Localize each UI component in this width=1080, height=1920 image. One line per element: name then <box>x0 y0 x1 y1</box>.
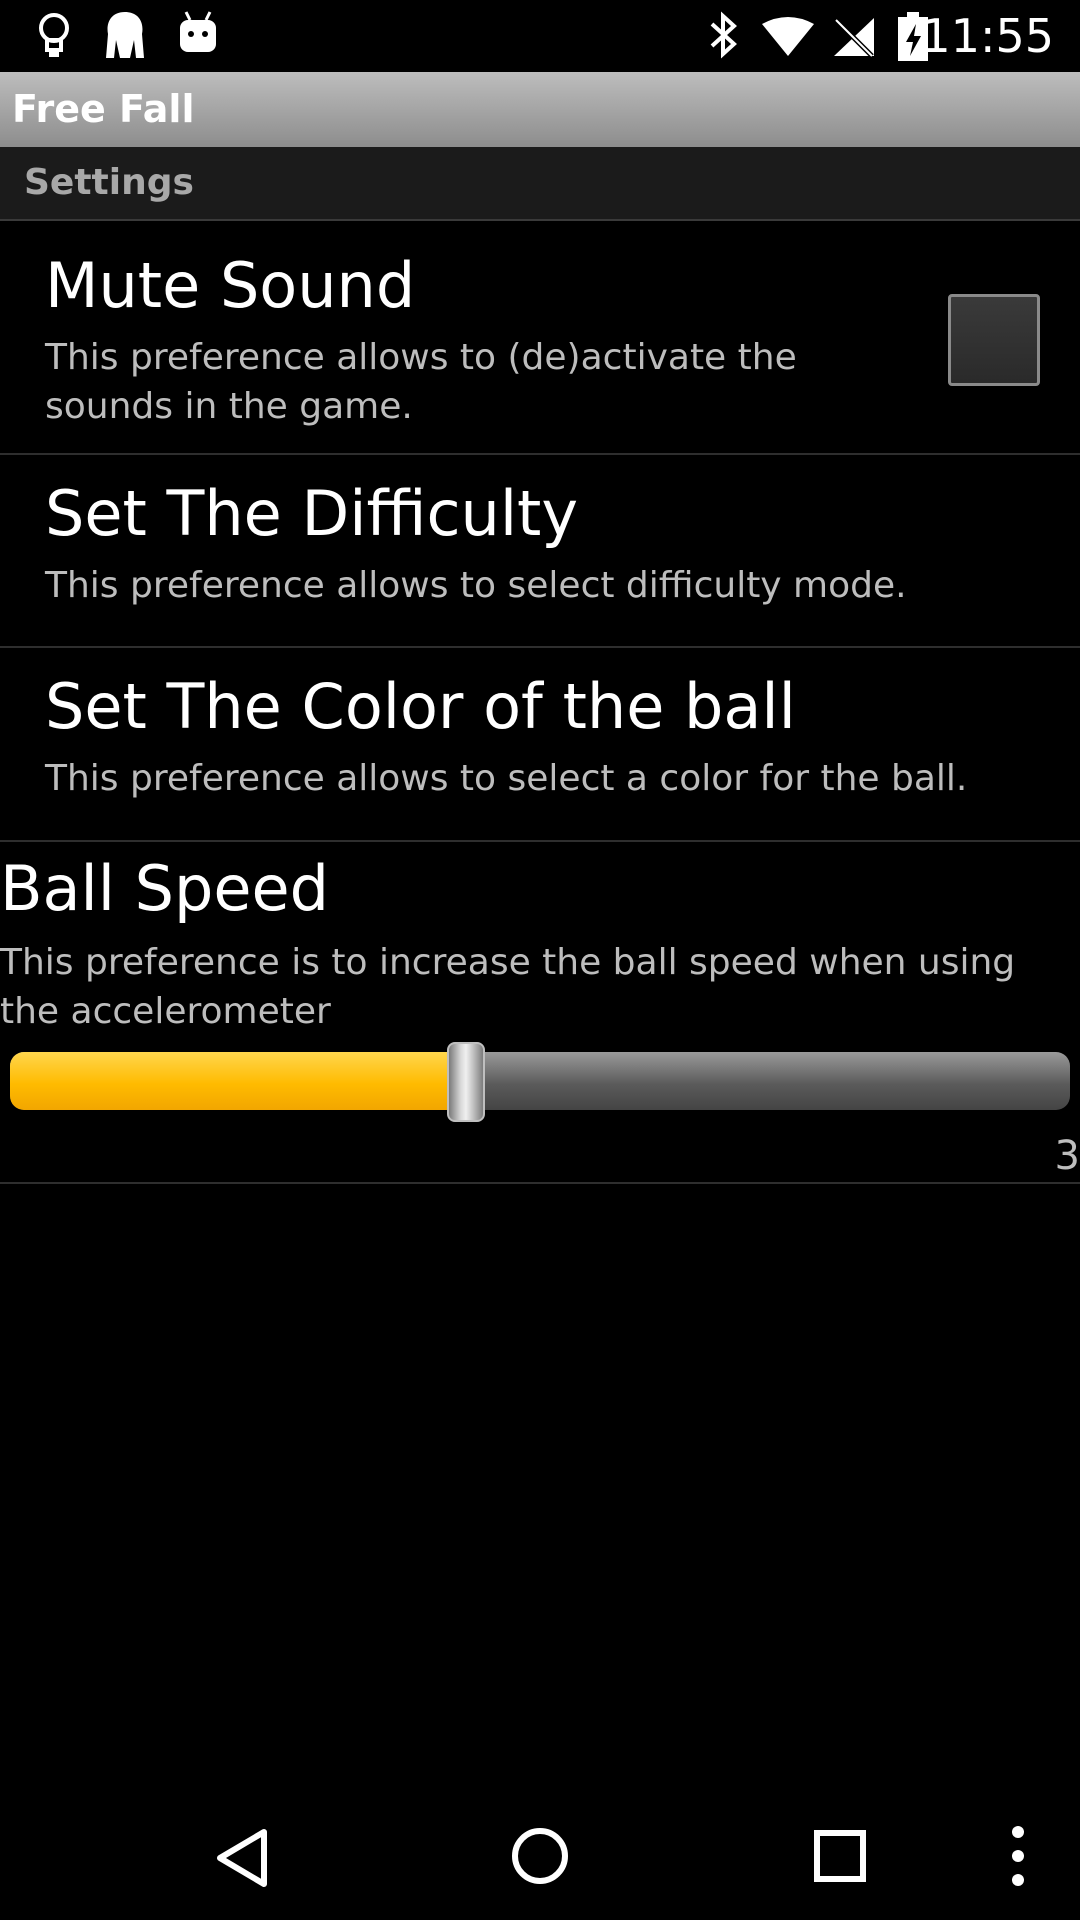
ball-color-title: Set The Color of the ball <box>45 670 796 743</box>
recents-icon[interactable] <box>814 1830 866 1886</box>
ball-speed-slider-track[interactable] <box>10 1052 1070 1110</box>
bluetooth-icon <box>708 10 740 64</box>
ball-speed-slider-thumb[interactable] <box>447 1042 485 1122</box>
no-signal-icon <box>832 16 876 62</box>
mute-sound-summary-line1: This preference allows to (de)activate t… <box>45 337 797 378</box>
mute-sound-summary: This preference allows to (de)activate t… <box>45 333 797 431</box>
app-notification-icon <box>102 10 148 66</box>
home-icon[interactable] <box>510 1826 570 1890</box>
ball-speed-title: Ball Speed <box>0 852 330 925</box>
ball-speed-slider-fill <box>10 1052 466 1110</box>
difficulty-summary: This preference allows to select difficu… <box>45 565 907 606</box>
mute-sound-summary-line2: sounds in the game. <box>45 386 413 427</box>
lightbulb-icon <box>36 10 72 66</box>
mute-sound-title: Mute Sound <box>45 249 416 322</box>
difficulty-title: Set The Difficulty <box>45 477 579 550</box>
status-bar: 11:55 <box>0 0 1080 72</box>
ball-speed-value: 3 <box>1054 1133 1080 1179</box>
mute-sound-checkbox[interactable] <box>948 294 1040 386</box>
app-title: Free Fall <box>12 87 195 131</box>
pref-ball-speed: Ball Speed This preference is to increas… <box>0 842 1080 1184</box>
app-title-bar: Free Fall <box>0 72 1080 147</box>
pref-mute-sound[interactable]: Mute Sound This preference allows to (de… <box>0 221 1080 455</box>
status-time: 11:55 <box>921 9 1054 63</box>
ball-speed-summary-line2: the accelerometer <box>0 991 331 1032</box>
back-icon[interactable] <box>214 1828 270 1892</box>
overflow-menu-icon[interactable] <box>1008 1824 1028 1892</box>
settings-category-header: Settings <box>0 147 1080 221</box>
wifi-icon <box>760 16 816 62</box>
pref-ball-color[interactable]: Set The Color of the ball This preferenc… <box>0 648 1080 842</box>
android-icon <box>178 10 218 58</box>
ball-speed-summary: This preference is to increase the ball … <box>0 938 1015 1036</box>
pref-difficulty[interactable]: Set The Difficulty This preference allow… <box>0 455 1080 648</box>
navigation-bar <box>0 1776 1080 1920</box>
ball-color-summary: This preference allows to select a color… <box>45 758 968 799</box>
category-title: Settings <box>24 162 194 203</box>
ball-speed-summary-line1: This preference is to increase the ball … <box>0 942 1016 983</box>
